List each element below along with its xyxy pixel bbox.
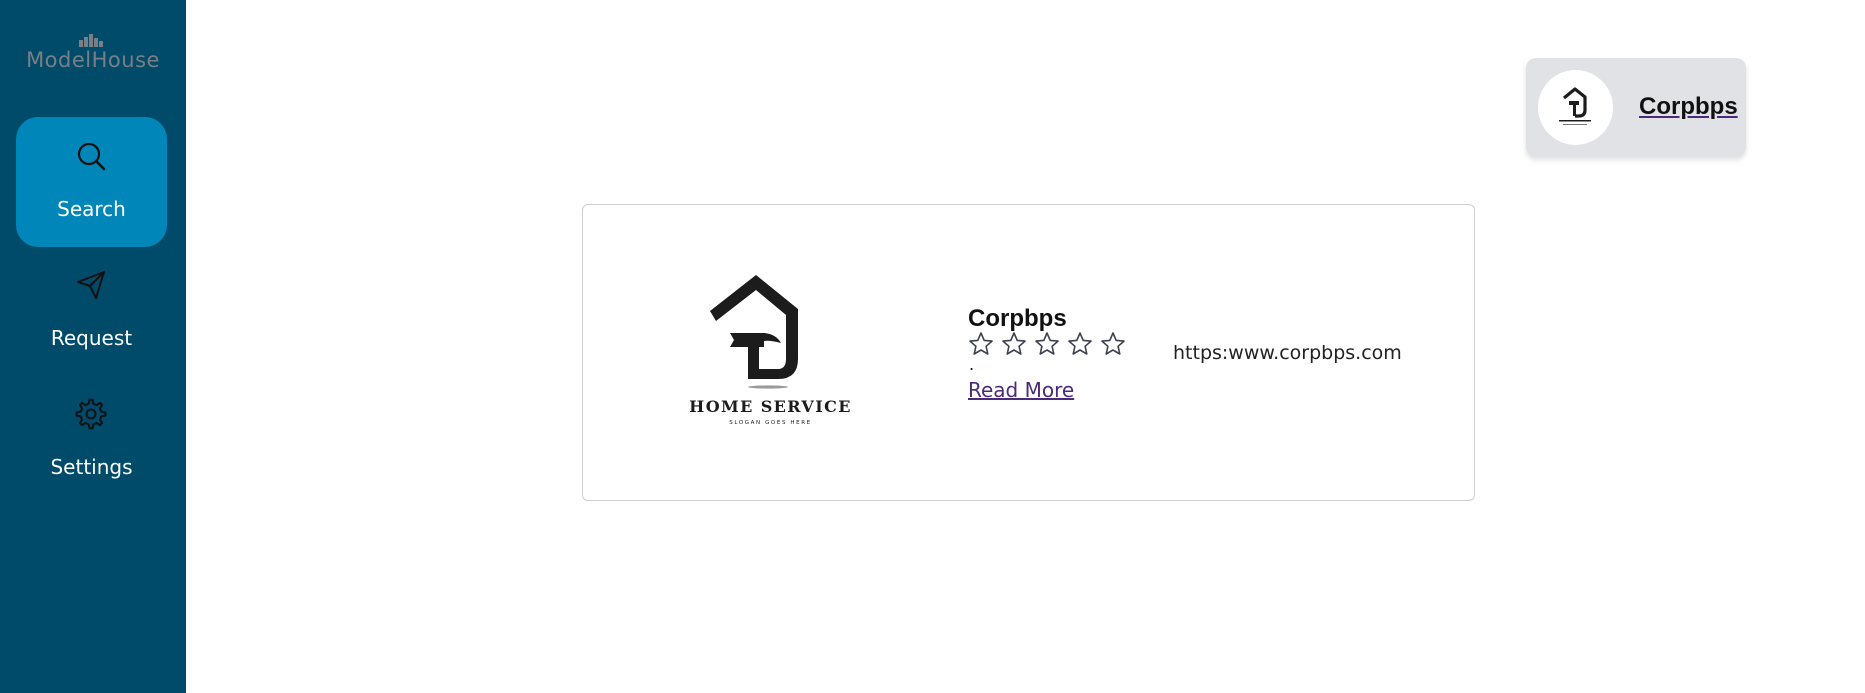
gear-icon	[75, 398, 107, 430]
profile-chip[interactable]: Corpbps	[1526, 58, 1746, 157]
logo-title: HOME SERVICE	[689, 397, 852, 416]
sidebar-item-request[interactable]: Request	[16, 246, 167, 376]
company-description: .	[969, 355, 975, 374]
home-service-logo: HOME SERVICE SLOGAN GOES HERE	[689, 275, 852, 426]
logo-slogan: SLOGAN GOES HERE	[729, 420, 811, 426]
company-url: https:www.corpbps.com	[1173, 342, 1402, 364]
company-logo[interactable]: HOME SERVICE SLOGAN GOES HERE	[688, 265, 853, 435]
star-rating[interactable]	[968, 331, 1126, 361]
sidebar-item-label: Request	[50, 326, 133, 350]
sidebar-item-label: Settings	[50, 455, 133, 479]
skyline-icon	[79, 34, 103, 47]
star-icon[interactable]	[1100, 331, 1126, 357]
brand-name: ModelHouse	[26, 48, 160, 72]
avatar[interactable]	[1538, 70, 1613, 145]
read-more-link[interactable]: Read More	[968, 378, 1074, 402]
star-icon[interactable]	[1067, 331, 1093, 357]
sidebar-item-search[interactable]: Search	[16, 117, 167, 247]
sidebar: ModelHouse Search Request Settings	[0, 0, 186, 693]
star-icon[interactable]	[1001, 331, 1027, 357]
send-icon	[77, 271, 105, 299]
star-icon[interactable]	[968, 331, 994, 357]
search-icon	[77, 142, 106, 171]
company-card: HOME SERVICE SLOGAN GOES HERE Corpbps . …	[582, 204, 1475, 501]
company-name: Corpbps	[968, 305, 1067, 332]
home-service-logo	[1559, 87, 1591, 125]
star-icon[interactable]	[1034, 331, 1060, 357]
brand-logo[interactable]: ModelHouse	[0, 30, 186, 75]
sidebar-item-settings[interactable]: Settings	[16, 375, 167, 505]
profile-name-link[interactable]: Corpbps	[1639, 93, 1738, 121]
sidebar-item-label: Search	[57, 197, 126, 221]
